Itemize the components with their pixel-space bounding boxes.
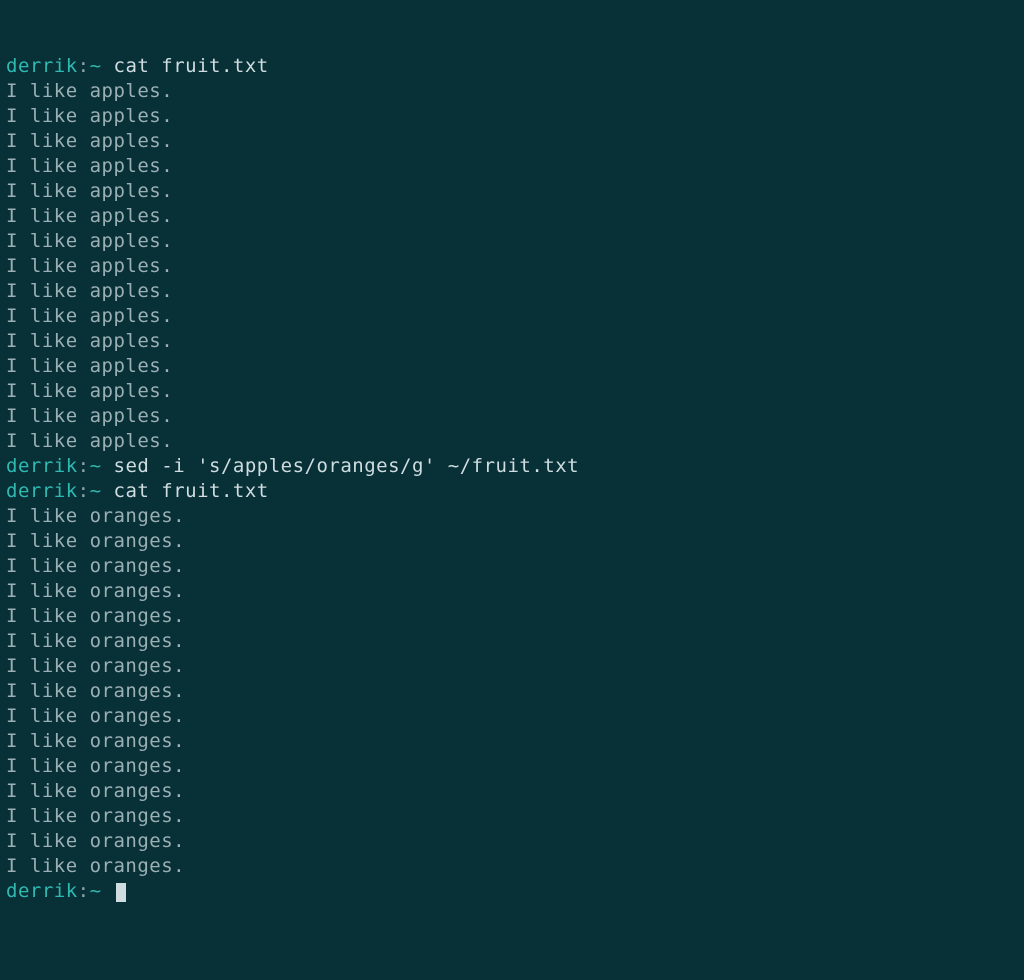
output-line: I like oranges.	[6, 804, 1018, 829]
command-text: cat fruit.txt	[114, 480, 269, 502]
output-line: I like apples.	[6, 179, 1018, 204]
prompt-path: ~	[90, 480, 102, 502]
output-line: I like apples.	[6, 429, 1018, 454]
prompt-line: derrik:~ cat fruit.txt	[6, 54, 1018, 79]
output-line: I like oranges.	[6, 829, 1018, 854]
prompt-line: derrik:~ sed -i 's/apples/oranges/g' ~/f…	[6, 454, 1018, 479]
output-line: I like oranges.	[6, 754, 1018, 779]
terminal[interactable]: derrik:~ cat fruit.txtI like apples.I li…	[0, 0, 1024, 933]
prompt-user: derrik	[6, 455, 78, 477]
terminal-content: derrik:~ cat fruit.txtI like apples.I li…	[6, 54, 1018, 904]
command-text: sed -i 's/apples/oranges/g' ~/fruit.txt	[114, 455, 580, 477]
output-line: I like oranges.	[6, 529, 1018, 554]
prompt-line: derrik:~ cat fruit.txt	[6, 479, 1018, 504]
output-line: I like oranges.	[6, 604, 1018, 629]
output-line: I like oranges.	[6, 654, 1018, 679]
output-line: I like apples.	[6, 404, 1018, 429]
output-line: I like apples.	[6, 79, 1018, 104]
output-line: I like apples.	[6, 254, 1018, 279]
output-line: I like apples.	[6, 304, 1018, 329]
prompt-sep: :	[78, 455, 90, 477]
prompt-path: ~	[90, 455, 102, 477]
output-line: I like apples.	[6, 329, 1018, 354]
prompt-line: derrik:~	[6, 879, 1018, 904]
output-line: I like apples.	[6, 204, 1018, 229]
output-line: I like apples.	[6, 129, 1018, 154]
prompt-user: derrik	[6, 480, 78, 502]
output-line: I like oranges.	[6, 579, 1018, 604]
output-line: I like apples.	[6, 229, 1018, 254]
output-line: I like apples.	[6, 354, 1018, 379]
prompt-user: derrik	[6, 880, 78, 902]
output-line: I like oranges.	[6, 679, 1018, 704]
output-line: I like oranges.	[6, 704, 1018, 729]
prompt-sep: :	[78, 880, 90, 902]
prompt-sep: :	[78, 55, 90, 77]
output-line: I like apples.	[6, 154, 1018, 179]
prompt-path: ~	[90, 880, 102, 902]
command-text: cat fruit.txt	[114, 55, 269, 77]
cursor-block	[116, 883, 126, 902]
prompt-sep: :	[78, 480, 90, 502]
output-line: I like apples.	[6, 279, 1018, 304]
output-line: I like oranges.	[6, 729, 1018, 754]
prompt-path: ~	[90, 55, 102, 77]
output-line: I like apples.	[6, 104, 1018, 129]
output-line: I like apples.	[6, 379, 1018, 404]
output-line: I like oranges.	[6, 504, 1018, 529]
output-line: I like oranges.	[6, 554, 1018, 579]
output-line: I like oranges.	[6, 854, 1018, 879]
prompt-user: derrik	[6, 55, 78, 77]
output-line: I like oranges.	[6, 779, 1018, 804]
output-line: I like oranges.	[6, 629, 1018, 654]
